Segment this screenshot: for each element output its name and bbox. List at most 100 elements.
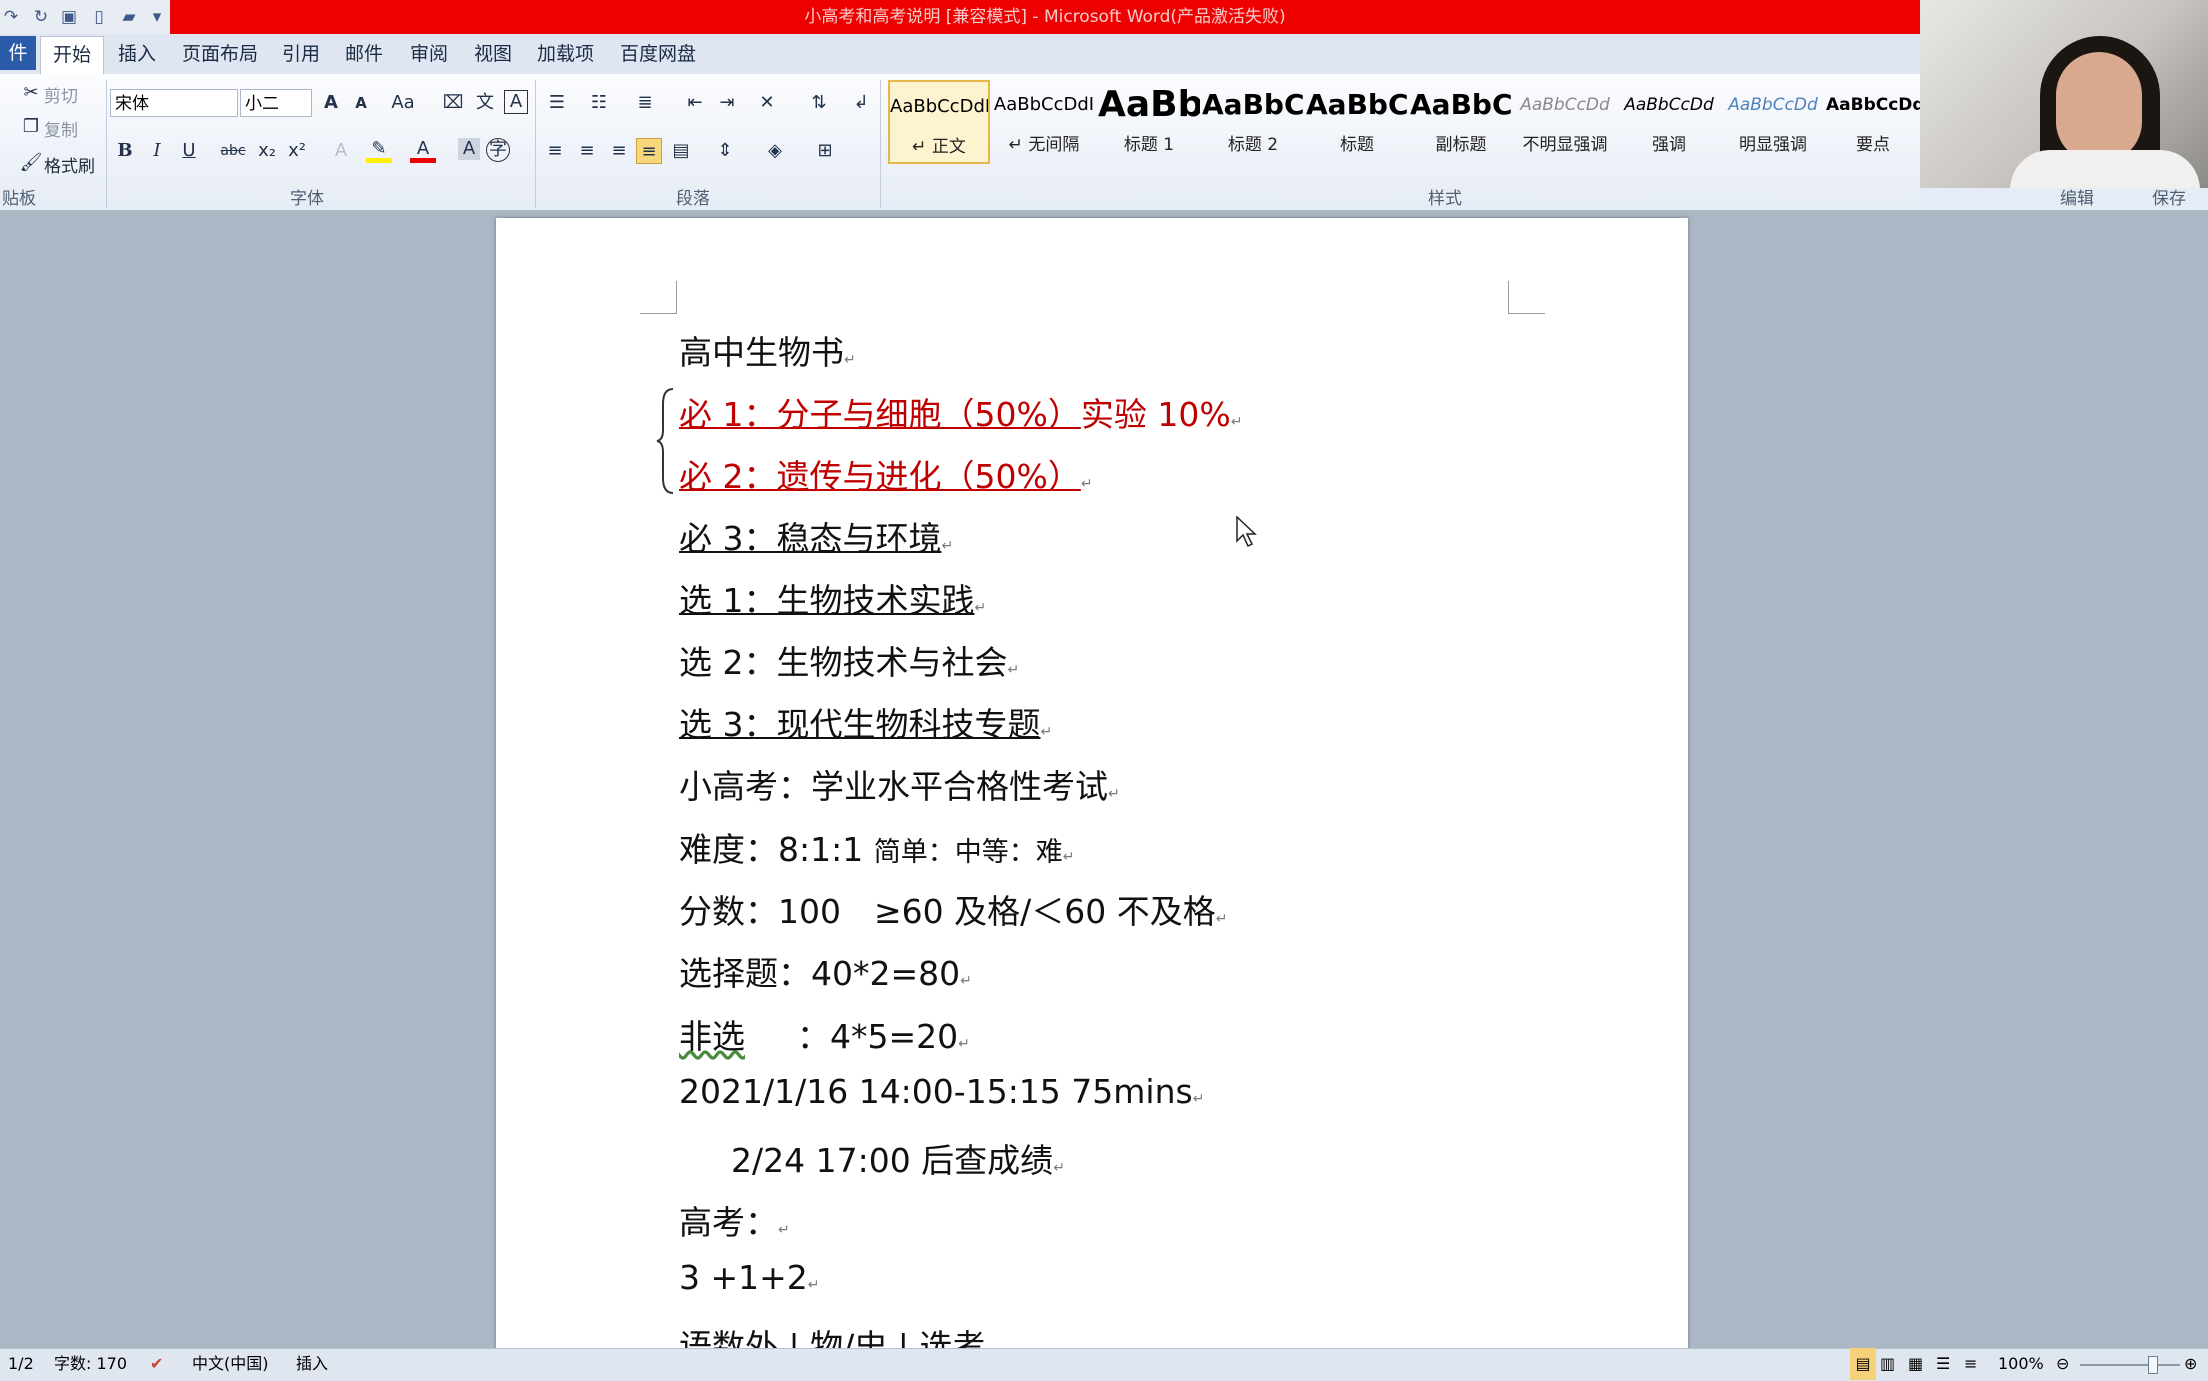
style-subtitle[interactable]: AaBbC 副标题 <box>1410 80 1512 164</box>
zoom-slider[interactable] <box>2080 1364 2180 1366</box>
style-heading-1[interactable]: AaBb 标题 1 <box>1098 80 1200 164</box>
font-name-select[interactable]: 宋体 <box>110 89 238 117</box>
zoom-slider-thumb[interactable] <box>2148 1356 2158 1374</box>
tab-view[interactable]: 视图 <box>462 34 524 74</box>
redo-icon[interactable]: ↷ <box>0 6 22 28</box>
shrink-font-icon[interactable]: A <box>348 90 374 116</box>
word-count[interactable]: 字数: 170 <box>54 1348 127 1380</box>
font-group-label: 字体 <box>290 189 324 209</box>
align-center-icon[interactable]: ≡ <box>574 138 600 164</box>
customize-toolbar-icon[interactable]: ▾ <box>150 6 164 28</box>
style-strong[interactable]: AaBbCcDd 要点 <box>1826 80 1920 164</box>
change-case-icon[interactable]: Aa <box>390 90 416 116</box>
zoom-out-icon[interactable]: ⊖ <box>2056 1348 2069 1380</box>
brace-shape <box>656 388 674 494</box>
justify-icon[interactable]: ≡ <box>636 138 662 164</box>
full-screen-reading-icon[interactable]: ▥ <box>1880 1348 1895 1380</box>
clear-format-icon[interactable]: ⌧ <box>440 90 466 116</box>
format-painter-button[interactable]: 格式刷 <box>44 152 95 177</box>
doc-line: 2/24 17:00 后查成绩↵ <box>731 1141 1065 1180</box>
tab-baidu-netdisk[interactable]: 百度网盘 <box>608 34 708 74</box>
decrease-indent-icon[interactable]: ⇤ <box>682 90 708 116</box>
grow-font-icon[interactable]: A <box>318 90 344 116</box>
enclose-character-icon[interactable]: 字 <box>486 138 510 162</box>
subscript-icon[interactable]: x₂ <box>254 138 280 164</box>
zoom-in-icon[interactable]: ⊕ <box>2184 1348 2197 1380</box>
insert-mode[interactable]: 插入 <box>296 1348 328 1380</box>
editing-group-label: 编辑 <box>2060 189 2094 209</box>
copy-icon[interactable]: ❐ <box>18 114 44 140</box>
borders-icon[interactable]: ⊞ <box>812 138 838 164</box>
tab-insert[interactable]: 插入 <box>106 34 168 74</box>
new-document-icon[interactable]: ▯ <box>88 6 110 28</box>
italic-icon[interactable]: I <box>144 138 170 164</box>
styles-group-label: 样式 <box>1428 189 1462 209</box>
highlight-icon[interactable]: ✎ <box>366 136 392 163</box>
doc-line: 难度：8:1:1 简单：中等：难↵ <box>679 830 1075 869</box>
print-layout-icon[interactable]: ▤ <box>1850 1348 1876 1380</box>
style-subtle-emphasis[interactable]: AaBbCcDd 不明显强调 <box>1514 80 1616 164</box>
tab-review[interactable]: 审阅 <box>398 34 460 74</box>
doc-line: 必 2：遗传与进化（50%）↵ <box>679 457 1093 496</box>
style-emphasis[interactable]: AaBbCcDd 强调 <box>1618 80 1720 164</box>
distributed-icon[interactable]: ▤ <box>668 138 694 164</box>
underline-icon[interactable]: U <box>176 138 202 164</box>
character-border-icon[interactable]: A <box>504 90 528 114</box>
chinese-layout-icon[interactable]: ✕ <box>754 90 780 116</box>
doc-line: 2021/1/16 14:00-15:15 75mins↵ <box>679 1072 1205 1111</box>
format-painter-icon[interactable]: 🖌 <box>18 150 44 176</box>
multilevel-list-icon[interactable]: ≣ <box>632 90 658 116</box>
font-size-select[interactable]: 小二 <box>240 89 312 117</box>
style-heading-2[interactable]: AaBbC 标题 2 <box>1202 80 1304 164</box>
draft-view-icon[interactable]: ≡ <box>1964 1348 1977 1380</box>
language-indicator[interactable]: 中文(中国) <box>192 1348 269 1380</box>
style-title[interactable]: AaBbC 标题 <box>1306 80 1408 164</box>
character-shading-icon[interactable]: A <box>458 138 480 160</box>
style-no-spacing[interactable]: AaBbCcDdI ↵ 无间隔 <box>993 80 1095 164</box>
copy-button[interactable]: 复制 <box>44 116 78 141</box>
clipboard-group-label: 贴板 <box>2 189 36 209</box>
superscript-icon[interactable]: x² <box>284 138 310 164</box>
doc-line: 高中生物书↵ <box>679 333 856 372</box>
tab-file[interactable]: 件 <box>0 36 36 70</box>
doc-line: 分数：100 ≥60 及格/＜60 不及格↵ <box>679 892 1228 931</box>
paragraph-group-label: 段落 <box>676 189 710 209</box>
doc-line: 选 3：现代生物科技专题↵ <box>679 705 1053 744</box>
line-spacing-icon[interactable]: ⇕ <box>712 138 738 164</box>
doc-line: 必 1：分子与细胞（50%）实验 10%↵ <box>679 395 1243 434</box>
doc-line: 选择题：40*2=80↵ <box>679 954 972 993</box>
text-effect-icon[interactable]: A <box>328 138 354 164</box>
window-title: 小高考和高考说明 [兼容模式] - Microsoft Word(产品激活失败) <box>170 0 1920 34</box>
phonetic-guide-icon[interactable]: 文 <box>472 90 498 116</box>
tab-page-layout[interactable]: 页面布局 <box>170 34 270 74</box>
numbering-icon[interactable]: ☷ <box>586 90 612 116</box>
tab-references[interactable]: 引用 <box>270 34 332 74</box>
save-icon[interactable]: ▣ <box>58 6 80 28</box>
cut-icon[interactable]: ✂ <box>18 80 44 106</box>
open-folder-icon[interactable]: ▰ <box>118 6 140 28</box>
cut-button[interactable]: 剪切 <box>44 82 78 107</box>
bold-icon[interactable]: B <box>112 138 138 164</box>
font-color-icon[interactable]: A <box>410 136 436 163</box>
tab-home[interactable]: 开始 <box>40 36 105 75</box>
doc-line: 高考：↵ <box>679 1203 790 1242</box>
repeat-icon[interactable]: ↻ <box>30 6 52 28</box>
show-marks-icon[interactable]: ↲ <box>848 90 874 116</box>
style-normal[interactable]: AaBbCcDdI ↵ 正文 <box>888 80 990 164</box>
bullets-icon[interactable]: ☰ <box>544 90 570 116</box>
strikethrough-icon[interactable]: abc <box>220 138 246 164</box>
page-counter[interactable]: 1/2 <box>8 1348 34 1380</box>
tab-mailings[interactable]: 邮件 <box>333 34 395 74</box>
shading-icon[interactable]: ◈ <box>762 138 788 164</box>
sort-icon[interactable]: ⇅ <box>806 90 832 116</box>
proofing-icon[interactable]: ✔ <box>150 1348 163 1380</box>
increase-indent-icon[interactable]: ⇥ <box>714 90 740 116</box>
outline-view-icon[interactable]: ☰ <box>1936 1348 1950 1380</box>
align-right-icon[interactable]: ≡ <box>606 138 632 164</box>
tab-addins[interactable]: 加载项 <box>525 34 606 74</box>
zoom-level[interactable]: 100% <box>1998 1348 2044 1380</box>
doc-line: 选 2：生物技术与社会↵ <box>679 643 1020 682</box>
align-left-icon[interactable]: ≡ <box>542 138 568 164</box>
style-intense-emphasis[interactable]: AaBbCcDd 明显强调 <box>1722 80 1824 164</box>
web-layout-icon[interactable]: ▦ <box>1908 1348 1923 1380</box>
